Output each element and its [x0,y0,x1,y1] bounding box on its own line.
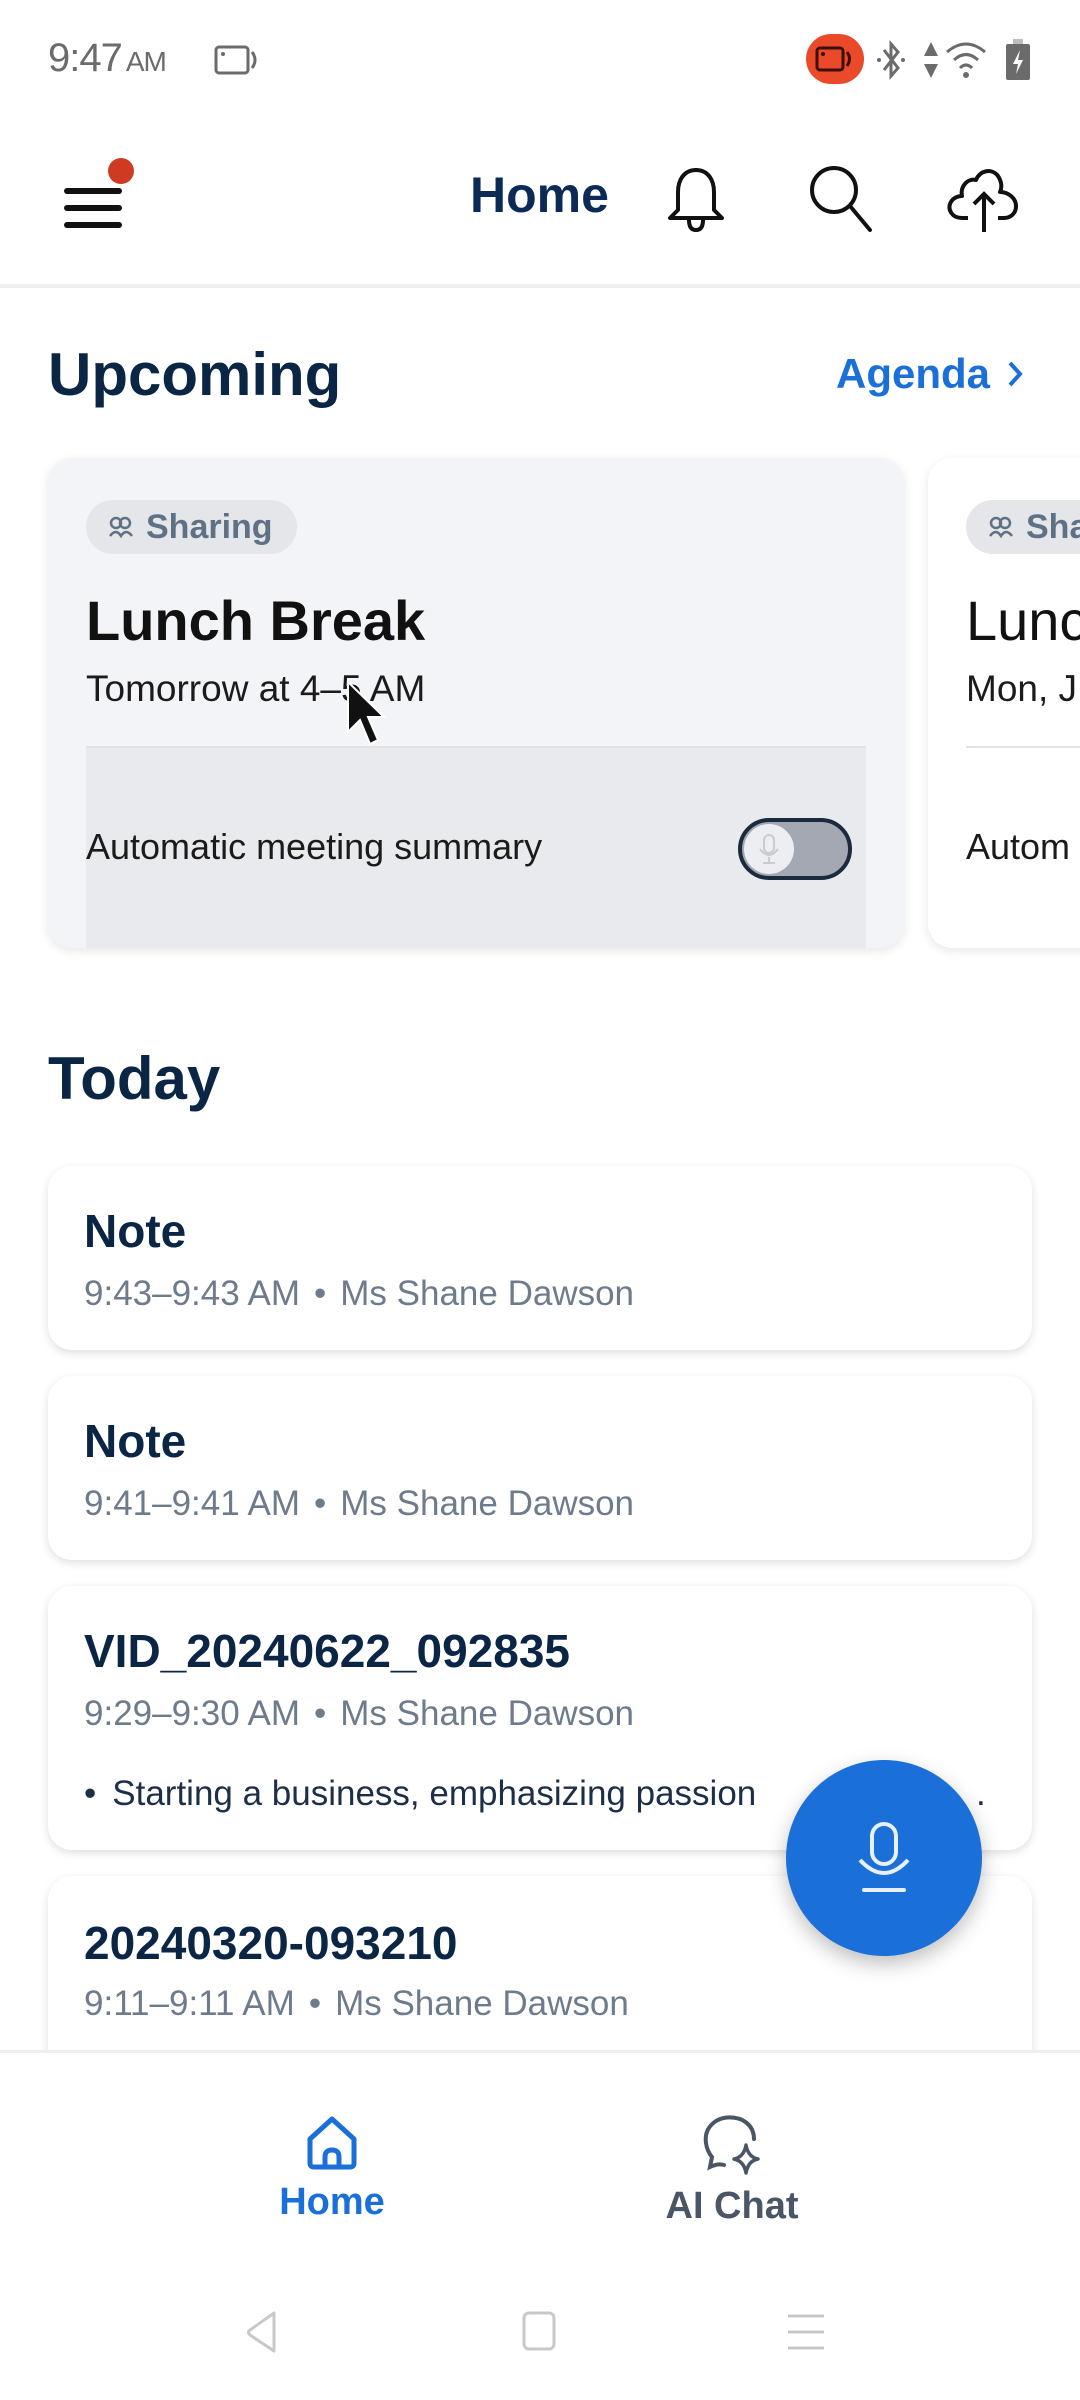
item-owner: Ms Shane Dawson [340,1694,635,1733]
chip-label: Sha [1026,507,1080,546]
item-owner: Ms Shane Dawson [340,1274,635,1313]
item-meta: 9:43–9:43 AM • Ms Shane Dawson [84,1274,634,1314]
people-icon [989,516,1013,538]
menu-icon [64,188,122,228]
battery-charging-icon [1006,39,1030,80]
cloud-upload-icon [947,169,1018,232]
agenda-link[interactable]: Agenda [836,350,1024,398]
auto-summary-toggle[interactable] [738,818,852,880]
item-owner: Ms Shane Dawson [340,1484,635,1523]
auto-summary-row: Automatic meeting summary [86,746,866,948]
recording-indicator-icon [806,34,864,84]
wifi-icon [946,42,986,78]
item-title: Note [84,1415,187,1467]
notifications-button[interactable] [656,158,736,238]
search-icon [810,166,872,232]
system-nav-bar [0,2250,1080,2400]
bullet: • [84,1774,97,1813]
home-icon [307,2116,357,2170]
home-square-icon[interactable] [520,2310,560,2354]
app-bar: Home [0,120,1080,288]
status-bar: 9:47 AM [0,0,1080,120]
agenda-link-label: Agenda [835,350,990,397]
upcoming-title: Upcoming [48,341,342,408]
ai-chat-icon [703,2115,760,2175]
item-summary-tail: . [976,1774,986,1813]
upcoming-card[interactable]: Sharing Lunch Break Tomorrow at 4–5 AM A… [48,458,904,948]
auto-summary-row: Autom [966,746,1080,948]
status-time: 9:47 AM [48,36,167,81]
event-title: Lunc [966,589,1080,652]
item-summary-text: Starting a business, emphasizing passion [112,1774,757,1813]
item-time: 9:43–9:43 AM [84,1274,300,1313]
chip-label: Sharing [146,507,273,546]
nav-label: Home [279,2181,385,2223]
upcoming-card[interactable]: Sha Lunc Mon, J Autom [928,458,1080,948]
item-time: 9:41–9:41 AM [84,1484,300,1523]
recents-icon[interactable] [786,2310,826,2354]
item-summary: • Starting a business, emphasizing passio… [84,1774,756,1814]
separator: • [314,1484,327,1523]
data-arrows-icon [924,42,938,78]
people-icon [109,516,133,538]
bluetooth-icon [877,40,905,80]
separator: • [314,1694,327,1733]
menu-notification-badge [108,158,134,184]
item-meta: 9:41–9:41 AM • Ms Shane Dawson [84,1484,634,1524]
event-time: Mon, J [966,668,1078,709]
item-title: VID_20240622_092835 [84,1625,571,1677]
list-item[interactable]: Note 9:41–9:41 AM • Ms Shane Dawson [48,1376,1032,1560]
bell-icon [668,168,724,233]
screen-record-icon [214,45,257,75]
status-ampm: AM [125,46,167,77]
microphone-icon [759,834,779,864]
separator: • [314,1274,327,1313]
item-title: Note [84,1205,187,1257]
nav-label: AI Chat [665,2185,799,2227]
nav-item-ai-chat[interactable]: AI Chat [612,2113,852,2228]
separator: • [308,1984,322,2023]
item-time: 9:11–9:11 AM [84,1984,295,2023]
microphone-icon [858,1822,910,1892]
menu-button[interactable] [58,172,138,252]
record-button[interactable] [786,1760,982,1956]
item-title: 20240320-093210 [84,1917,458,1969]
status-time-value: 9:47 [48,36,123,80]
mouse-cursor-icon [347,680,387,746]
item-meta: 9:29–9:30 AM • Ms Shane Dawson [84,1694,634,1734]
search-button[interactable] [800,158,880,238]
toggle-knob [744,824,794,874]
today-title: Today [48,1045,221,1112]
upload-button[interactable] [944,158,1024,238]
event-title: Lunch Break [86,589,426,652]
page-title: Home [470,167,609,223]
item-meta: 9:11–9:11 AM • Ms Shane Dawson [84,1984,629,2024]
item-owner: Ms Shane Dawson [335,1984,629,2023]
item-time: 9:29–9:30 AM [84,1694,300,1733]
sharing-chip: Sha [966,500,1080,554]
list-item[interactable]: Note 9:43–9:43 AM • Ms Shane Dawson [48,1166,1032,1350]
auto-summary-label: Autom [966,826,1071,867]
nav-item-home[interactable]: Home [212,2113,452,2224]
sharing-chip: Sharing [86,500,297,554]
back-icon[interactable] [244,2310,284,2354]
bottom-nav: Home AI Chat [0,2050,1080,2250]
auto-summary-label: Automatic meeting summary [86,826,543,867]
chevron-right-icon [1008,361,1023,387]
